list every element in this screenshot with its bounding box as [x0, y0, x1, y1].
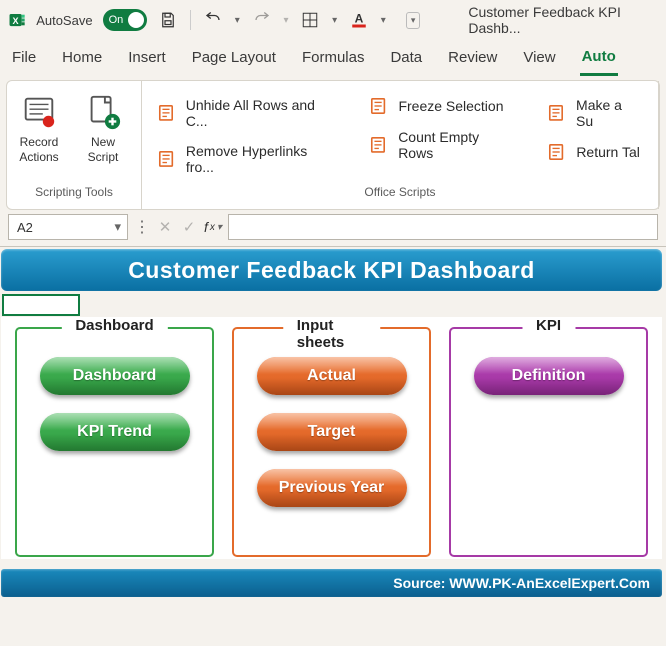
- excel-icon: X: [8, 10, 26, 30]
- pill-label: Target: [308, 423, 356, 441]
- script-icon: [158, 104, 176, 122]
- scripting-tools-label: Scripting Tools: [35, 181, 113, 205]
- pill-label: Definition: [512, 367, 586, 385]
- undo-icon[interactable]: [201, 7, 225, 33]
- ribbon: RecordActions NewScript Scripting Tools …: [6, 80, 660, 210]
- save-icon[interactable]: [157, 7, 181, 33]
- group-title: KPI: [522, 317, 575, 334]
- pill-definition[interactable]: Definition: [474, 357, 624, 395]
- font-color-icon[interactable]: A: [347, 7, 371, 33]
- script-count-empty-rows[interactable]: Count Empty Rows: [370, 129, 516, 161]
- autosave-state: On: [109, 14, 124, 26]
- group-office-scripts: Unhide All Rows and C... Remove Hyperlin…: [142, 81, 659, 209]
- tab-review[interactable]: Review: [446, 45, 499, 76]
- script-icon: [158, 150, 176, 168]
- svg-text:A: A: [355, 11, 364, 25]
- formula-bar: A2 ▾ ⋮ ✕ ✓ fx ▾: [0, 210, 666, 247]
- tab-view[interactable]: View: [521, 45, 557, 76]
- tab-automate[interactable]: Auto: [580, 44, 618, 76]
- pill-label: Previous Year: [279, 479, 385, 497]
- office-scripts-label: Office Scripts: [364, 181, 435, 205]
- record-actions-label: RecordActions: [19, 135, 58, 165]
- tab-data[interactable]: Data: [388, 45, 424, 76]
- ribbon-tabs: File Home Insert Page Layout Formulas Da…: [0, 40, 666, 76]
- autosave-label: AutoSave: [36, 13, 92, 28]
- script-return-tal[interactable]: Return Tal: [548, 143, 642, 161]
- tab-home[interactable]: Home: [60, 45, 104, 76]
- script-label: Return Tal: [576, 144, 640, 160]
- group-input-sheets: Input sheets Actual Target Previous Year: [232, 327, 431, 557]
- enter-icon[interactable]: ✓: [180, 218, 198, 236]
- undo-dropdown-icon[interactable]: ▾: [235, 15, 240, 26]
- script-icon: [370, 97, 388, 115]
- script-label: Unhide All Rows and C...: [186, 97, 339, 129]
- group-kpi: KPI Definition: [449, 327, 648, 557]
- redo-icon[interactable]: [250, 7, 274, 33]
- source-footer: Source: WWW.PK-AnExcelExpert.Com: [1, 569, 662, 597]
- group-scripting-tools: RecordActions NewScript Scripting Tools: [7, 81, 142, 209]
- pill-previous-year[interactable]: Previous Year: [257, 469, 407, 507]
- dashboard-canvas: Dashboard Dashboard KPI Trend Input shee…: [1, 317, 662, 559]
- script-label: Count Empty Rows: [398, 129, 516, 161]
- tab-page-layout[interactable]: Page Layout: [190, 45, 278, 76]
- dashboard-banner: Customer Feedback KPI Dashboard: [1, 249, 662, 291]
- pill-label: Dashboard: [73, 367, 157, 385]
- new-script-button[interactable]: NewScript: [71, 89, 135, 181]
- pill-actual[interactable]: Actual: [257, 357, 407, 395]
- record-actions-button[interactable]: RecordActions: [7, 89, 71, 181]
- svg-text:X: X: [13, 16, 19, 26]
- name-box[interactable]: A2 ▾: [8, 214, 128, 240]
- worksheet: Customer Feedback KPI Dashboard Dashboar…: [0, 249, 666, 597]
- pill-kpi-trend[interactable]: KPI Trend: [40, 413, 190, 451]
- new-script-icon: [84, 93, 122, 131]
- font-color-dropdown-icon[interactable]: ▾: [381, 15, 386, 26]
- tab-formulas[interactable]: Formulas: [300, 45, 367, 76]
- pill-label: KPI Trend: [77, 423, 152, 441]
- script-unhide[interactable]: Unhide All Rows and C...: [158, 97, 338, 129]
- group-dashboard: Dashboard Dashboard KPI Trend: [15, 327, 214, 557]
- formula-input[interactable]: [228, 214, 658, 240]
- script-icon: [370, 136, 388, 154]
- name-box-value: A2: [17, 220, 33, 235]
- script-icon: [548, 104, 566, 122]
- script-remove-hyperlinks[interactable]: Remove Hyperlinks fro...: [158, 143, 338, 175]
- borders-icon[interactable]: [298, 7, 322, 33]
- group-title: Input sheets: [283, 317, 381, 351]
- vdots-handle[interactable]: ⋮: [134, 217, 150, 237]
- autosave-toggle[interactable]: On: [103, 9, 147, 31]
- pill-dashboard[interactable]: Dashboard: [40, 357, 190, 395]
- fx-label[interactable]: fx ▾: [204, 219, 222, 235]
- new-script-label: NewScript: [88, 135, 119, 165]
- script-icon: [548, 143, 566, 161]
- toggle-knob: [128, 12, 144, 28]
- record-icon: [20, 93, 58, 131]
- source-text: Source: WWW.PK-AnExcelExpert.Com: [393, 575, 650, 591]
- script-label: Remove Hyperlinks fro...: [186, 143, 339, 175]
- borders-dropdown-icon[interactable]: ▾: [332, 15, 337, 26]
- group-title: Dashboard: [61, 317, 167, 334]
- cancel-icon[interactable]: ✕: [156, 218, 174, 236]
- separator: [190, 10, 191, 30]
- tab-insert[interactable]: Insert: [126, 45, 168, 76]
- script-label: Freeze Selection: [398, 98, 503, 114]
- redo-dropdown-icon[interactable]: ▾: [283, 15, 288, 26]
- name-box-dropdown-icon[interactable]: ▾: [114, 219, 121, 235]
- active-cell[interactable]: [2, 294, 80, 316]
- qat-overflow-icon[interactable]: ▾: [406, 12, 421, 29]
- pill-target[interactable]: Target: [257, 413, 407, 451]
- script-make-su[interactable]: Make a Su: [548, 97, 642, 129]
- script-label: Make a Su: [576, 97, 642, 129]
- pill-label: Actual: [307, 367, 356, 385]
- document-title: Customer Feedback KPI Dashb...: [468, 4, 658, 36]
- tab-file[interactable]: File: [10, 45, 38, 76]
- title-bar: X AutoSave On ▾ ▾ ▾ A ▾ ▾ Customer Feedb…: [0, 0, 666, 40]
- script-freeze-selection[interactable]: Freeze Selection: [370, 97, 516, 115]
